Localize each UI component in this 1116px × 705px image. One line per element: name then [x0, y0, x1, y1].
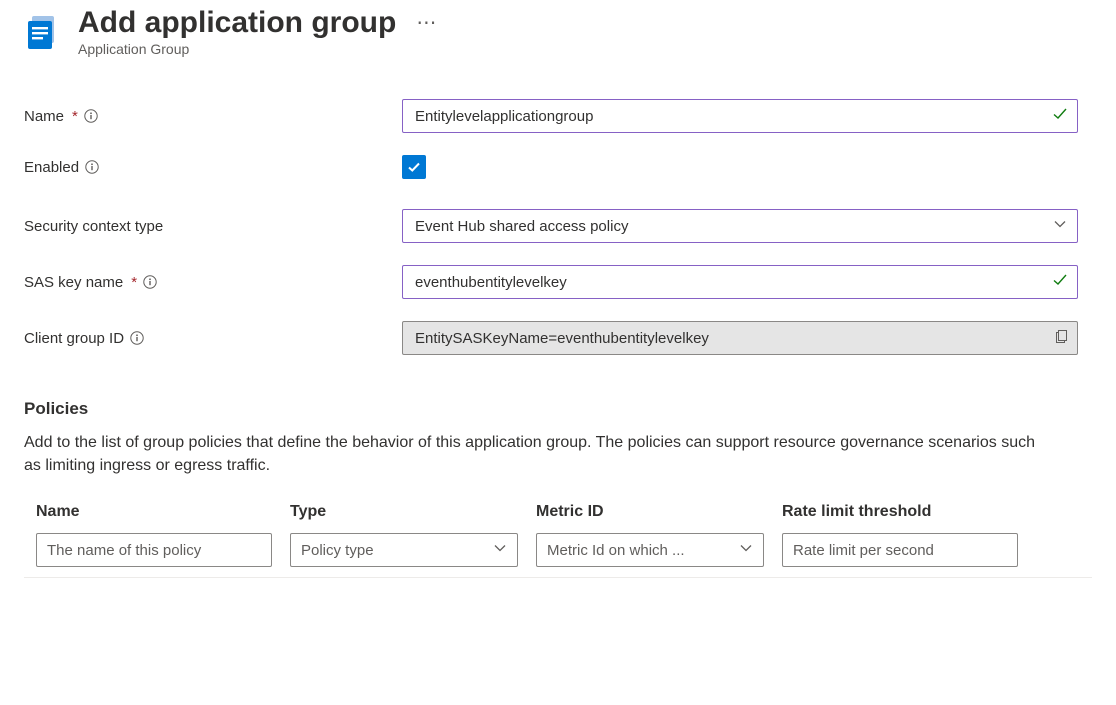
info-icon[interactable]	[130, 331, 144, 345]
required-marker: *	[131, 274, 137, 291]
col-header-rate: Rate limit threshold	[782, 503, 1018, 521]
policy-rate-input[interactable]: Rate limit per second	[782, 533, 1018, 567]
sas-input[interactable]: eventhubentitylevelkey	[402, 265, 1078, 299]
sas-label: SAS key name	[24, 274, 123, 291]
policy-type-select[interactable]: Policy type	[290, 533, 518, 567]
policies-description: Add to the list of group policies that d…	[24, 431, 1044, 477]
policy-metric-select[interactable]: Metric Id on which ...	[536, 533, 764, 567]
chevron-down-icon	[739, 541, 753, 559]
field-row-name: Name * Entitylevelapplicationgroup	[24, 99, 1092, 133]
enabled-label: Enabled	[24, 159, 79, 176]
required-marker: *	[72, 108, 78, 125]
info-icon[interactable]	[143, 275, 157, 289]
valid-check-icon	[1051, 105, 1069, 127]
page-subtitle: Application Group	[78, 41, 1092, 57]
info-icon[interactable]	[85, 160, 99, 174]
copy-icon[interactable]	[1054, 329, 1069, 348]
field-row-context: Security context type Event Hub shared a…	[24, 209, 1092, 243]
policies-header-row: Name Type Metric ID Rate limit threshold	[24, 503, 1092, 533]
more-actions-button[interactable]: ⋯	[412, 9, 442, 37]
policy-name-input[interactable]: The name of this policy	[36, 533, 272, 567]
client-id-input: EntitySASKeyName=eventhubentitylevelkey	[402, 321, 1078, 355]
valid-check-icon	[1051, 271, 1069, 293]
app-group-icon	[24, 12, 64, 52]
policies-heading: Policies	[24, 399, 1092, 419]
name-label: Name	[24, 108, 64, 125]
chevron-down-icon	[1053, 217, 1067, 235]
page-title: Add application group	[78, 6, 396, 39]
info-icon[interactable]	[84, 109, 98, 123]
chevron-down-icon	[493, 541, 507, 559]
field-row-client: Client group ID EntitySASKeyName=eventhu…	[24, 321, 1092, 355]
col-header-metric: Metric ID	[536, 503, 764, 521]
context-label: Security context type	[24, 218, 163, 235]
policies-section: Policies Add to the list of group polici…	[24, 399, 1092, 578]
field-row-enabled: Enabled	[24, 155, 1092, 179]
page-header: Add application group ⋯ Application Grou…	[24, 0, 1092, 57]
name-input[interactable]: Entitylevelapplicationgroup	[402, 99, 1078, 133]
policies-input-row: The name of this policy Policy type Metr…	[24, 533, 1092, 578]
client-label: Client group ID	[24, 330, 124, 347]
enabled-checkbox[interactable]	[402, 155, 426, 179]
context-select[interactable]: Event Hub shared access policy	[402, 209, 1078, 243]
field-row-sas: SAS key name * eventhubentitylevelkey	[24, 265, 1092, 299]
col-header-type: Type	[290, 503, 518, 521]
col-header-name: Name	[36, 503, 272, 521]
